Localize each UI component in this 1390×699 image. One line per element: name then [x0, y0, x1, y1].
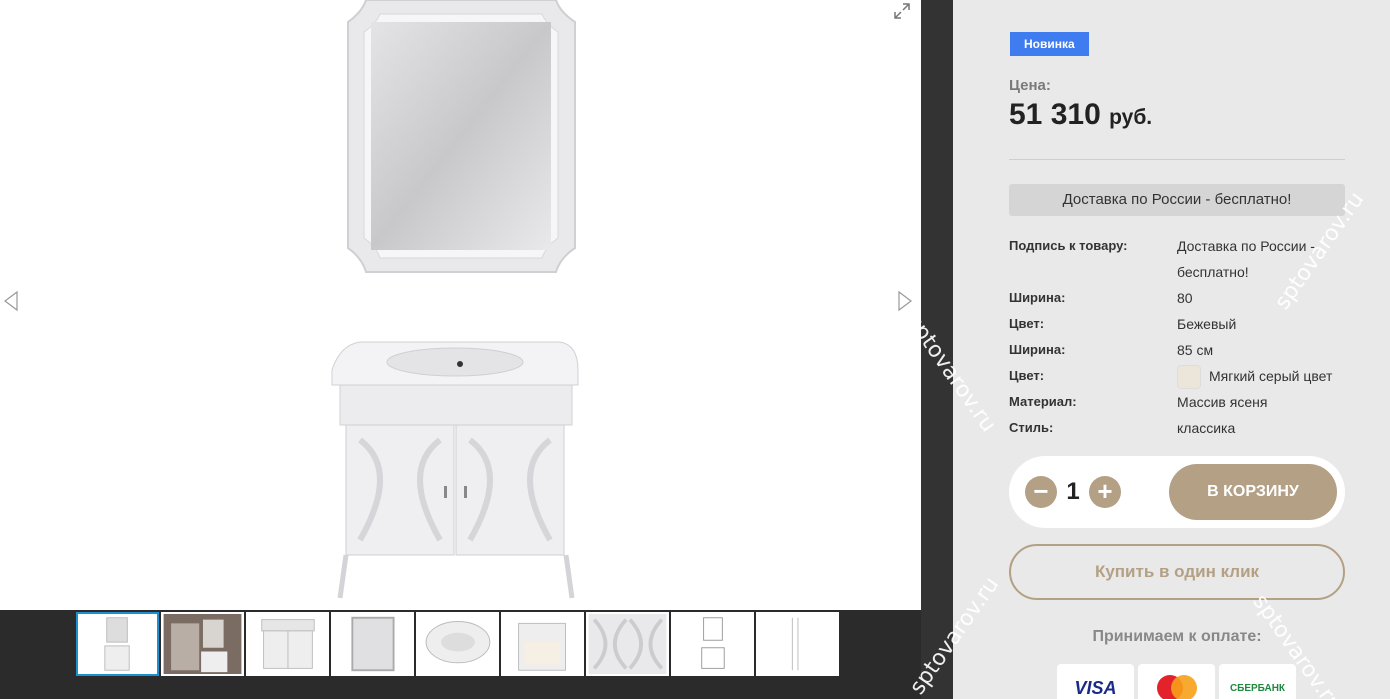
cart-controls: − 1 + В КОРЗИНУ: [1009, 456, 1345, 528]
spec-row: Ширина: 85 см: [1009, 337, 1349, 363]
price-label: Цена:: [1009, 77, 1051, 94]
spec-value: Мягкий серый цвет: [1177, 363, 1347, 390]
spec-row: Цвет: Мягкий серый цвет: [1009, 363, 1349, 390]
visa-text: VISA: [1074, 677, 1117, 698]
spec-key: Ширина:: [1009, 290, 1066, 305]
product-info-panel: Новинка Цена: 51 310 руб. Доставка по Ро…: [953, 0, 1390, 699]
spec-row: Стиль: классика: [1009, 415, 1349, 441]
spec-value-text: Мягкий серый цвет: [1209, 368, 1333, 384]
add-to-cart-button[interactable]: В КОРЗИНУ: [1169, 464, 1337, 520]
spec-value: 80: [1177, 290, 1193, 306]
divider-line: [1009, 159, 1345, 160]
spec-key: Ширина:: [1009, 342, 1066, 357]
quantity-plus-button[interactable]: +: [1089, 476, 1121, 508]
thumbnail-1[interactable]: [76, 612, 159, 676]
thumbnail-8[interactable]: [671, 612, 754, 676]
spec-key: Цвет:: [1009, 316, 1045, 331]
spec-key: Материал:: [1009, 394, 1077, 410]
price-amount: 51 310: [1009, 98, 1101, 131]
product-page: Новинка Цена: 51 310 руб. Доставка по Ро…: [0, 0, 1390, 699]
spec-value: 85 см: [1177, 342, 1214, 358]
buy-one-click-button[interactable]: Купить в один клик: [1009, 544, 1345, 600]
spec-row: Цвет: Бежевый: [1009, 311, 1349, 337]
price-value: 51 310 руб.: [1009, 98, 1152, 132]
quantity-value[interactable]: 1: [1060, 476, 1086, 508]
thumbnail-7[interactable]: [586, 612, 669, 676]
thumbnail-5[interactable]: [416, 612, 499, 676]
spec-value: Бежевый: [1177, 316, 1237, 332]
thumbnail-9[interactable]: [756, 612, 839, 676]
thumbnail-strip: [76, 612, 839, 678]
spec-value: классика: [1177, 420, 1236, 437]
product-gallery: [0, 0, 921, 699]
mastercard-icon: [1156, 675, 1197, 699]
thumbnail-3[interactable]: [246, 612, 329, 676]
new-badge: Новинка: [1010, 32, 1089, 56]
thumbnail-2[interactable]: [161, 612, 244, 676]
price-currency: руб.: [1109, 106, 1153, 129]
sberbank-text: СБЕРБАНК: [1229, 682, 1286, 694]
sberbank-logo: СБЕРБАНК: [1219, 664, 1296, 699]
spec-value: Массив ясеня: [1177, 394, 1268, 411]
thumbnail-6[interactable]: [501, 612, 584, 676]
quantity-minus-button[interactable]: −: [1025, 476, 1057, 508]
expand-icon[interactable]: [893, 2, 911, 20]
visa-logo: VISA: [1057, 664, 1134, 699]
spec-row: Материал: Массив ясеня: [1009, 389, 1349, 415]
next-image-arrow-icon[interactable]: [894, 290, 914, 312]
vanity-illustration: [331, 0, 579, 599]
thumbnail-4[interactable]: [331, 612, 414, 676]
spec-key: Подпись к товару:: [1009, 238, 1128, 253]
color-swatch[interactable]: [1177, 365, 1201, 390]
prev-image-arrow-icon[interactable]: [2, 290, 22, 312]
payment-cards: VISA СБЕРБАНК: [1057, 664, 1296, 699]
delivery-banner: Доставка по России - бесплатно!: [1009, 184, 1345, 216]
main-product-image[interactable]: [0, 0, 921, 610]
spec-key: Стиль:: [1009, 420, 1054, 436]
mastercard-logo: [1138, 664, 1215, 699]
spec-key: Цвет:: [1009, 368, 1045, 383]
